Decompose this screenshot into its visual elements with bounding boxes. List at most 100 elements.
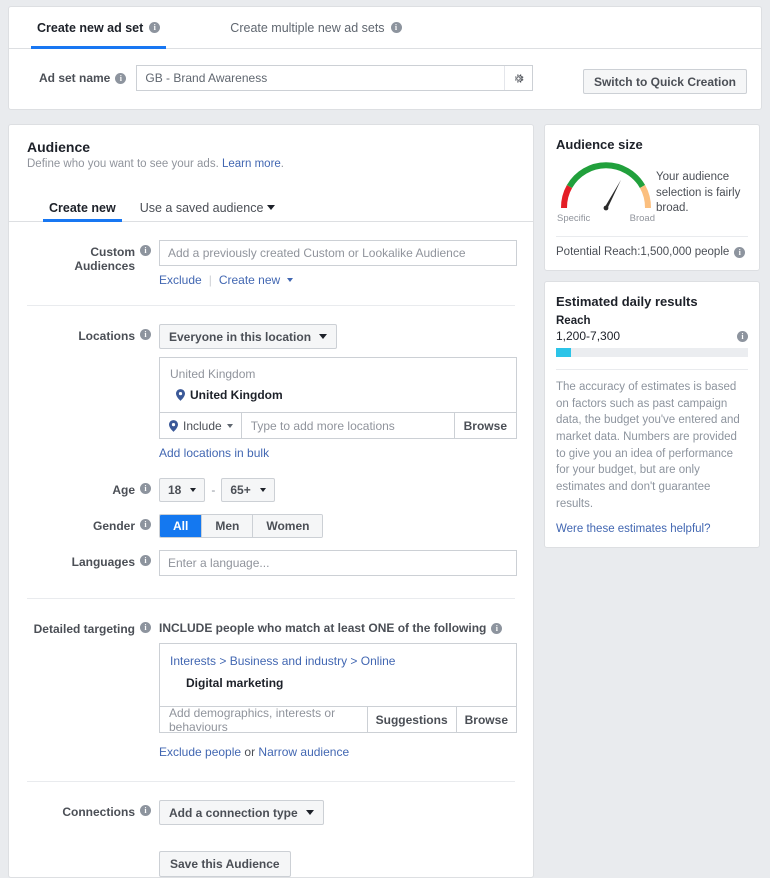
custom-audiences-row: Custom Audiences i Add a previously crea… bbox=[9, 240, 533, 287]
add-locations-in-bulk-link[interactable]: Add locations in bulk bbox=[159, 446, 269, 460]
section-divider bbox=[27, 305, 515, 306]
locations-row: Locations i Everyone in this location Un… bbox=[9, 324, 533, 460]
info-icon[interactable]: i bbox=[734, 247, 745, 258]
panel-divider bbox=[556, 369, 748, 370]
targeting-browse-button[interactable]: Browse bbox=[456, 707, 516, 732]
audience-subtitle: Define who you want to see your ads. Lea… bbox=[27, 158, 515, 170]
label-text: Age bbox=[112, 483, 135, 497]
detailed-targeting-input-row: Add demographics, interests or behaviour… bbox=[160, 706, 516, 732]
page-root: Create new ad set i Create multiple new … bbox=[0, 0, 770, 857]
estimated-metric-row: 1,200-7,300 i bbox=[556, 329, 748, 343]
age-max-dropdown[interactable]: 65+ bbox=[221, 478, 274, 502]
age-row: Age i 18 - 65+ bbox=[9, 478, 533, 502]
gender-segmented-control: All Men Women bbox=[159, 514, 323, 538]
estimated-daily-results-panel: Estimated daily results Reach 1,200-7,30… bbox=[544, 281, 760, 548]
info-icon[interactable]: i bbox=[140, 622, 151, 633]
switch-to-quick-creation-button[interactable]: Switch to Quick Creation bbox=[583, 69, 747, 94]
potential-reach: Potential Reach:1,500,000 people i bbox=[556, 246, 748, 258]
info-icon[interactable]: i bbox=[149, 22, 160, 33]
gender-label: Gender i bbox=[27, 514, 159, 538]
tab-label: Use a saved audience bbox=[140, 201, 264, 215]
gender-option-men[interactable]: Men bbox=[202, 515, 253, 537]
detailed-targeting-input[interactable]: Add demographics, interests or behaviour… bbox=[160, 706, 367, 734]
age-min-dropdown[interactable]: 18 bbox=[159, 478, 205, 502]
panel-divider bbox=[556, 236, 748, 237]
connections-body: Add a connection type bbox=[159, 800, 515, 825]
custom-audiences-links: Exclude | Create new bbox=[159, 273, 517, 287]
custom-audiences-label: Custom Audiences i bbox=[27, 240, 159, 287]
dropdown-label: Add a connection type bbox=[169, 806, 298, 820]
map-pin-icon bbox=[176, 389, 185, 401]
custom-audiences-body: Add a previously created Custom or Looka… bbox=[159, 240, 517, 287]
tab-use-saved-audience[interactable]: Use a saved audience bbox=[128, 194, 288, 221]
gender-option-all[interactable]: All bbox=[160, 515, 202, 537]
custom-audiences-input[interactable]: Add a previously created Custom or Looka… bbox=[159, 240, 517, 266]
ad-set-tab-bar: Create new ad set i Create multiple new … bbox=[9, 7, 761, 49]
age-label: Age i bbox=[27, 478, 159, 502]
info-icon[interactable]: i bbox=[140, 329, 151, 340]
create-new-audience-link[interactable]: Create new bbox=[219, 273, 280, 287]
location-search-input[interactable]: Type to add more locations bbox=[241, 413, 454, 438]
heading-text: INCLUDE people who match at least ONE of… bbox=[159, 621, 486, 635]
age-body: 18 - 65+ bbox=[159, 478, 515, 502]
learn-more-link[interactable]: Learn more bbox=[222, 158, 281, 170]
audience-size-panel: Audience size bbox=[544, 124, 760, 271]
info-icon[interactable]: i bbox=[115, 73, 126, 84]
ad-set-name-input[interactable]: GB - Brand Awareness bbox=[136, 65, 533, 91]
label-text: Languages bbox=[72, 555, 135, 569]
info-icon[interactable]: i bbox=[140, 245, 151, 256]
section-divider bbox=[27, 598, 515, 599]
info-icon[interactable]: i bbox=[140, 483, 151, 494]
location-selected-item[interactable]: United Kingdom bbox=[160, 383, 516, 412]
location-scope-dropdown[interactable]: Everyone in this location bbox=[159, 324, 337, 349]
info-icon[interactable]: i bbox=[140, 519, 151, 530]
chevron-down-icon bbox=[287, 278, 293, 282]
tab-create-new-ad-set[interactable]: Create new ad set i bbox=[23, 7, 174, 48]
connections-label: Connections i bbox=[27, 800, 159, 825]
include-label: Include bbox=[183, 419, 222, 433]
narrow-audience-link[interactable]: Narrow audience bbox=[258, 745, 349, 759]
link-divider: | bbox=[209, 273, 212, 287]
suggestions-button[interactable]: Suggestions bbox=[367, 707, 456, 732]
age-max-value: 65+ bbox=[230, 483, 250, 497]
targeting-selected-item[interactable]: Digital marketing bbox=[160, 668, 516, 706]
languages-body: Enter a language... bbox=[159, 550, 517, 576]
location-name: United Kingdom bbox=[190, 388, 283, 402]
exclude-link[interactable]: Exclude bbox=[159, 273, 202, 287]
gender-row: Gender i All Men Women bbox=[9, 514, 533, 538]
estimates-feedback-link[interactable]: Were these estimates helpful? bbox=[556, 523, 748, 535]
audience-size-title: Audience size bbox=[556, 137, 748, 152]
reach-progress-bar bbox=[556, 348, 748, 357]
gender-option-women[interactable]: Women bbox=[253, 515, 322, 537]
page-title: Audience bbox=[27, 139, 515, 155]
info-icon[interactable]: i bbox=[491, 623, 502, 634]
gauge-axis-labels: Specific Broad bbox=[556, 213, 656, 224]
gear-icon[interactable] bbox=[504, 66, 532, 90]
ad-set-header-card: Create new ad set i Create multiple new … bbox=[8, 6, 762, 110]
info-icon[interactable]: i bbox=[391, 22, 402, 33]
subtitle-period: . bbox=[281, 158, 284, 170]
detailed-targeting-heading: INCLUDE people who match at least ONE of… bbox=[159, 617, 517, 635]
label-text: Gender bbox=[93, 519, 135, 533]
exclude-people-link[interactable]: Exclude people bbox=[159, 745, 241, 759]
audience-tab-bar: Create new Use a saved audience bbox=[9, 194, 533, 222]
languages-label: Languages i bbox=[27, 550, 159, 576]
estimates-disclaimer: The accuracy of estimates is based on fa… bbox=[556, 379, 748, 512]
info-icon[interactable]: i bbox=[140, 805, 151, 816]
map-pin-icon bbox=[169, 420, 178, 432]
location-browse-button[interactable]: Browse bbox=[454, 413, 516, 438]
targeting-breadcrumb[interactable]: Interests > Business and industry > Onli… bbox=[160, 644, 516, 668]
chevron-down-icon bbox=[190, 488, 196, 492]
tab-create-multiple-ad-sets[interactable]: Create multiple new ad sets i bbox=[216, 7, 415, 48]
languages-input[interactable]: Enter a language... bbox=[159, 550, 517, 576]
connection-type-dropdown[interactable]: Add a connection type bbox=[159, 800, 324, 825]
info-icon[interactable]: i bbox=[737, 331, 748, 342]
estimated-metric-label: Reach bbox=[556, 315, 748, 327]
save-audience-row: Save this Audience bbox=[9, 851, 533, 877]
location-include-dropdown[interactable]: Include bbox=[160, 419, 241, 433]
save-this-audience-button[interactable]: Save this Audience bbox=[159, 851, 291, 877]
info-icon[interactable]: i bbox=[140, 555, 151, 566]
locations-body: Everyone in this location United Kingdom… bbox=[159, 324, 517, 460]
locations-input-row: Include Type to add more locations Brows… bbox=[160, 412, 516, 438]
tab-create-new[interactable]: Create new bbox=[37, 194, 128, 221]
